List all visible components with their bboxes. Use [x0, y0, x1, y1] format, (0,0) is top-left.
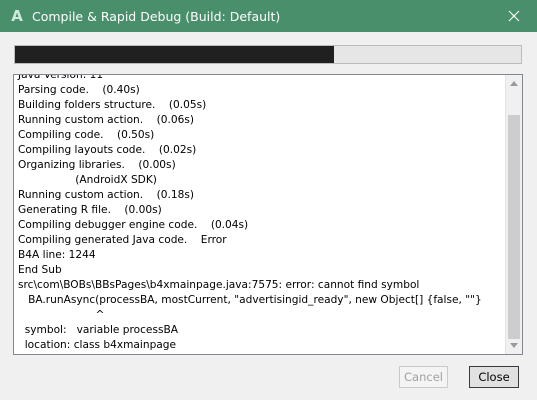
log-vertical-scrollbar[interactable] [505, 75, 522, 354]
progress-fill [15, 46, 334, 63]
scroll-down-arrow-icon[interactable] [506, 337, 522, 354]
title-bar: A Compile & Rapid Debug (Build: Default) [0, 0, 537, 32]
app-logo-icon: A [11, 7, 23, 25]
cancel-button[interactable]: Cancel [399, 366, 448, 388]
scroll-up-arrow-icon[interactable] [506, 75, 522, 92]
build-log-text: Java Version: 11 Parsing code. (0.40s) B… [18, 74, 482, 351]
window-close-icon[interactable] [491, 0, 537, 32]
scroll-thumb[interactable] [508, 115, 520, 339]
window-title: Compile & Rapid Debug (Build: Default) [32, 8, 281, 24]
close-button[interactable]: Close [469, 366, 519, 388]
build-log-panel[interactable]: Java Version: 11 Parsing code. (0.40s) B… [13, 74, 523, 355]
compile-progress-bar [14, 45, 522, 64]
